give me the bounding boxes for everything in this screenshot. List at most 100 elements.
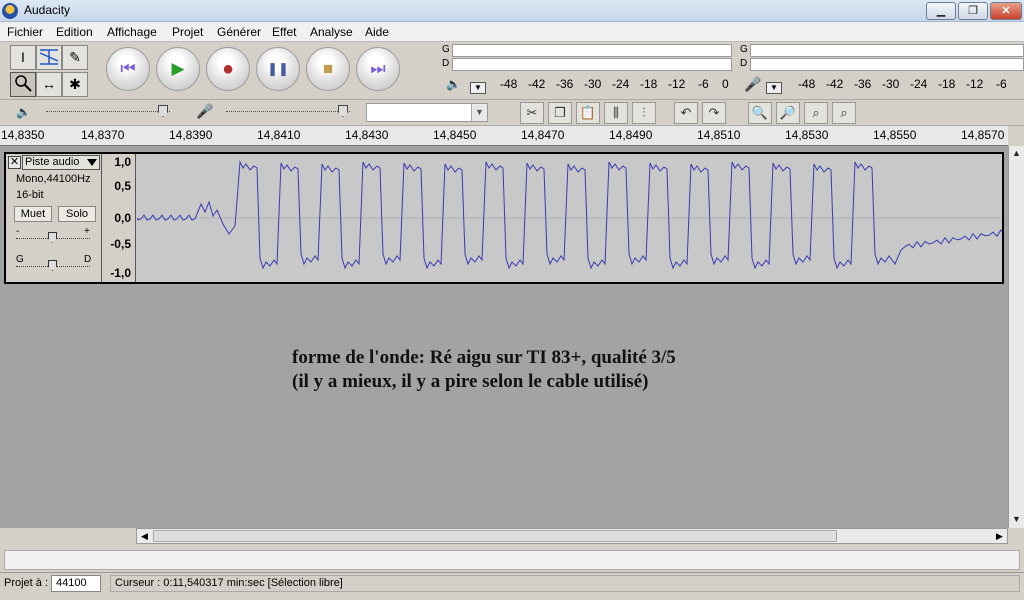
window-title: Audacity xyxy=(24,3,71,17)
zoom-out-icon: 🔎 xyxy=(779,105,797,120)
input-volume-thumb[interactable] xyxy=(338,105,348,117)
play-scale-tick: -18 xyxy=(640,77,658,91)
transport-toolbar: ⏮ ▶ ● ❚❚ ■ ⏭ xyxy=(100,44,428,98)
ruler-label: 14,8530 xyxy=(785,128,829,142)
cut-button[interactable]: ✂ xyxy=(520,102,544,124)
output-volume-thumb[interactable] xyxy=(158,105,168,117)
timeline-ruler[interactable]: 14,8350 14,8370 14,8390 14,8410 14,8430 … xyxy=(0,126,1008,146)
pause-icon: ❚❚ xyxy=(267,61,289,76)
stop-icon: ■ xyxy=(322,59,334,78)
title-bar: Audacity ▁ ❐ ✕ xyxy=(0,0,1024,22)
trim-button[interactable]: ⫼ xyxy=(604,102,628,124)
redo-button[interactable]: ↷ xyxy=(702,102,726,124)
scroll-left-icon[interactable]: ◀ xyxy=(137,529,152,543)
annotation-line-2: (il y a mieux, il y a pire selon le cabl… xyxy=(292,371,649,392)
menu-effet[interactable]: Effet xyxy=(272,25,296,39)
status-bar: Projet à : 44100 Curseur : 0:11,540317 m… xyxy=(0,572,1024,594)
scroll-right-icon[interactable]: ▶ xyxy=(992,529,1007,543)
pan-right-label: D xyxy=(84,254,92,265)
copy-icon: ❐ xyxy=(554,105,566,120)
ruler-label: 14,8390 xyxy=(169,128,213,142)
ruler-label: 14,8570 xyxy=(961,128,1005,142)
audacity-logo-icon xyxy=(2,3,18,19)
play-button[interactable]: ▶ xyxy=(156,47,200,91)
selection-tool-button[interactable]: I xyxy=(10,45,36,70)
zoom-out-button[interactable]: 🔎 xyxy=(776,102,800,124)
paste-button[interactable]: 📋 xyxy=(576,102,600,124)
paste-icon: 📋 xyxy=(579,105,597,120)
pause-button[interactable]: ❚❚ xyxy=(256,47,300,91)
scroll-up-icon[interactable]: ▲ xyxy=(1009,146,1024,161)
close-button[interactable]: ✕ xyxy=(990,2,1022,20)
mute-button[interactable]: Muet xyxy=(14,206,52,222)
ruler-label: 14,8430 xyxy=(345,128,389,142)
play-scale-tick: -24 xyxy=(612,77,630,91)
main-toolbar: I ✎ ↔ ✱ ⏮ ▶ ● ❚❚ ■ ⏭ G D 🔈 ▼ -48 -42 -36… xyxy=(0,42,1024,100)
pan-slider-thumb[interactable] xyxy=(48,260,57,271)
solo-button[interactable]: Solo xyxy=(58,206,96,222)
audio-track[interactable]: ✕ Piste audio Mono,44100Hz 16-bit Muet S… xyxy=(4,152,1006,284)
minimize-button[interactable]: ▁ xyxy=(926,2,956,20)
waveform-display[interactable] xyxy=(136,154,1006,282)
rec-scale-tick: -36 xyxy=(854,77,872,91)
timeshift-tool-button[interactable]: ↔ xyxy=(36,72,62,97)
track-control-panel: ✕ Piste audio Mono,44100Hz 16-bit Muet S… xyxy=(6,154,102,282)
track-format: Mono,44100Hz xyxy=(16,173,91,185)
rec-scale-tick: -24 xyxy=(910,77,928,91)
draw-tool-button[interactable]: ✎ xyxy=(62,45,88,70)
project-rate-field[interactable]: 44100 xyxy=(51,575,101,592)
play-scale-tick: -48 xyxy=(500,77,518,91)
silence-button[interactable]: ⫶ xyxy=(632,102,656,124)
copy-button[interactable]: ❐ xyxy=(548,102,572,124)
record-button[interactable]: ● xyxy=(206,47,250,91)
play-meter-dropdown[interactable]: ▼ xyxy=(470,82,486,94)
ruler-label: 14,8510 xyxy=(697,128,741,142)
input-volume-slider[interactable] xyxy=(226,111,350,113)
undo-button[interactable]: ↶ xyxy=(674,102,698,124)
waveform xyxy=(136,160,1006,270)
vertical-scrollbar[interactable]: ▲ ▼ xyxy=(1008,146,1024,528)
menu-fichier[interactable]: Fichier xyxy=(7,25,43,39)
rec-meter-dropdown[interactable]: ▼ xyxy=(766,82,782,94)
horizontal-scrollbar[interactable]: ◀ ▶ xyxy=(136,528,1008,544)
track-panel[interactable]: ✕ Piste audio Mono,44100Hz 16-bit Muet S… xyxy=(0,146,1008,528)
play-scale-tick: -36 xyxy=(556,77,574,91)
play-scale-tick: -30 xyxy=(584,77,602,91)
input-volume-icon: 🎤 xyxy=(196,103,214,119)
menu-affichage[interactable]: Affichage xyxy=(107,25,157,39)
timeshift-icon: ↔ xyxy=(42,76,56,92)
input-source-select[interactable]: ▼ xyxy=(366,103,488,122)
menu-analyse[interactable]: Analyse xyxy=(310,25,353,39)
microphone-icon: 🎤 xyxy=(744,76,762,92)
fit-project-icon: ⌕ xyxy=(840,105,848,120)
menu-projet[interactable]: Projet xyxy=(172,25,203,39)
zoom-tool-button[interactable] xyxy=(10,72,36,97)
fit-selection-button[interactable]: ⌕ xyxy=(804,102,828,124)
restore-button[interactable]: ❐ xyxy=(958,2,988,20)
gain-slider-thumb[interactable] xyxy=(48,232,57,243)
annotation-text: forme de l'onde: Ré aigu sur TI 83+, qua… xyxy=(292,346,676,394)
stop-button[interactable]: ■ xyxy=(306,47,350,91)
multi-tool-button[interactable]: ✱ xyxy=(62,72,88,97)
fit-project-button[interactable]: ⌕ xyxy=(832,102,856,124)
trim-icon: ⫼ xyxy=(613,105,619,120)
skip-end-button[interactable]: ⏭ xyxy=(356,47,400,91)
track-name-menu[interactable]: Piste audio xyxy=(22,155,100,170)
output-volume-icon: 🔈 xyxy=(16,105,31,119)
play-meter-left-label: G xyxy=(442,44,450,55)
zoom-in-button[interactable]: 🔍 xyxy=(748,102,772,124)
meter-toolbar: G D 🔈 ▼ -48 -42 -36 -30 -24 -18 -12 -6 0… xyxy=(432,42,1024,100)
scroll-down-icon[interactable]: ▼ xyxy=(1009,512,1024,527)
ruler-label: 14,8550 xyxy=(873,128,917,142)
menu-generer[interactable]: Générer xyxy=(217,25,261,39)
rec-meter-left xyxy=(750,44,1024,57)
envelope-tool-button[interactable] xyxy=(36,45,62,70)
silence-icon: ⫶ xyxy=(642,105,646,120)
track-close-button[interactable]: ✕ xyxy=(8,156,21,169)
output-volume-slider[interactable] xyxy=(46,111,170,113)
rec-scale-tick: -30 xyxy=(882,77,900,91)
menu-aide[interactable]: Aide xyxy=(365,25,389,39)
skip-start-button[interactable]: ⏮ xyxy=(106,47,150,91)
menu-edition[interactable]: Edition xyxy=(56,25,93,39)
horizontal-scroll-thumb[interactable] xyxy=(153,530,837,542)
